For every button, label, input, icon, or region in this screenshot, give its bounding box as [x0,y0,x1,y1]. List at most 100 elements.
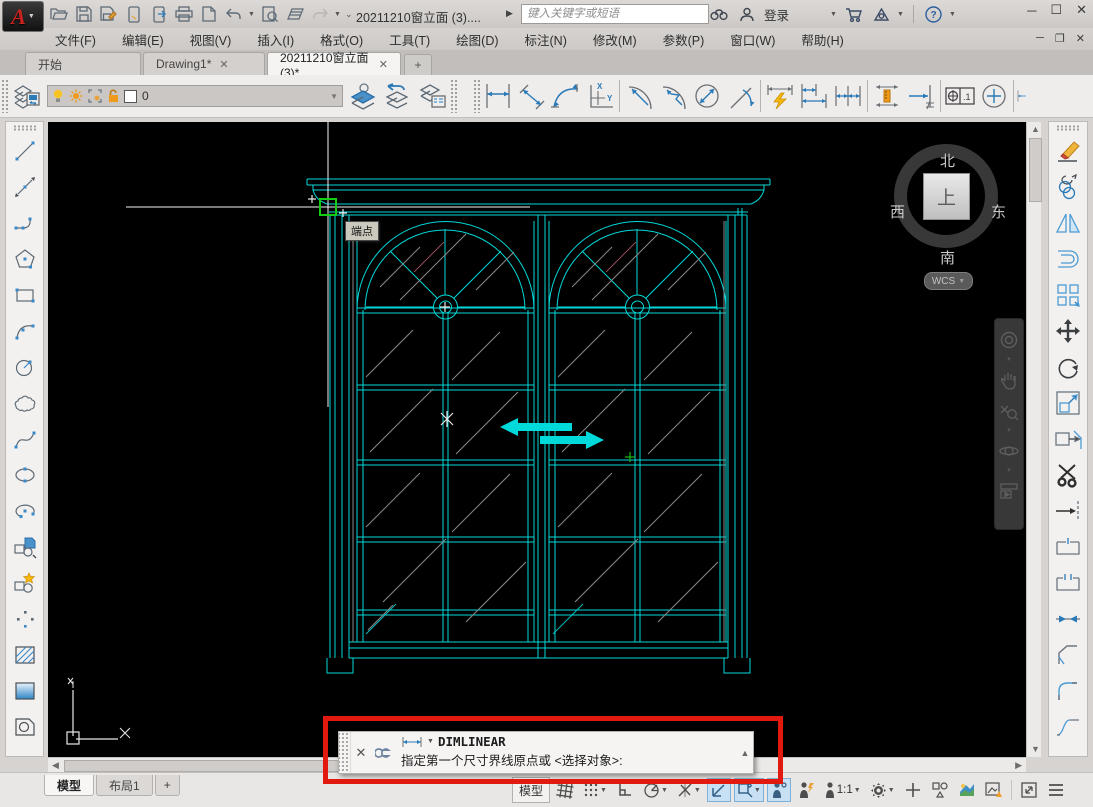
object-snap-tracking-button[interactable] [706,778,731,802]
move-button[interactable] [1052,313,1084,349]
close-tab-icon[interactable]: ✕ [379,58,388,71]
draw-elliptical-arc-button[interactable] [9,493,41,529]
copy-button[interactable] [1052,169,1084,205]
layer-select[interactable]: 0 ▼ [47,85,343,107]
viewcube-top-face[interactable]: 上 [923,173,970,220]
undo-dropdown[interactable]: ▼ [248,11,256,18]
dim-baseline-button[interactable] [797,77,831,115]
navigation-wheel-button[interactable] [997,327,1021,353]
doc-close-button[interactable]: ✕ [1076,32,1085,45]
search-input[interactable] [521,4,709,24]
drawing-canvas[interactable]: 端点 上 北 西 东 南 WCS ▼ ▼ ▼ ▼ [48,122,1026,757]
a360-dropdown[interactable]: ▼ [897,11,905,18]
zoom-button[interactable] [997,398,1021,424]
viewcube-south-label[interactable]: 南 [940,247,955,268]
command-dropdown-icon[interactable]: ▼ [427,738,434,745]
help-button[interactable]: ? [922,3,944,25]
tolerance-button[interactable]: .1 [943,77,977,115]
hatch-button[interactable] [9,637,41,673]
toolbar-grip[interactable] [1056,125,1080,131]
graphics-performance-button[interactable] [955,778,979,802]
layer-previous-button[interactable] [381,77,415,115]
toolbar-grip[interactable] [450,79,457,113]
menu-format[interactable]: 格式(O) [320,30,363,49]
tab-drawing1[interactable]: Drawing1* ✕ [143,52,265,75]
draw-arc-button[interactable] [9,313,41,349]
a360-button[interactable] [870,3,892,25]
extend-button[interactable] [1052,493,1084,529]
app-menu-button[interactable]: A ▼ [2,1,44,32]
annotation-scale-button[interactable]: 1:1 ▼ [821,778,864,802]
redo-dropdown[interactable]: ▼ [334,11,342,18]
dim-continue-button[interactable] [831,77,865,115]
tab-start[interactable]: 开始 [25,52,141,75]
workspace-switching-button[interactable]: ▼ [867,778,898,802]
maximize-button[interactable]: ☐ [1050,2,1062,18]
menu-parametric[interactable]: 参数(P) [663,30,705,49]
app-store-button[interactable] [843,3,865,25]
dim-jogged-button[interactable] [656,77,690,115]
print-button[interactable] [173,3,195,25]
dim-linear-button[interactable] [481,77,515,115]
draw-circle-button[interactable] [9,349,41,385]
palette-grip[interactable] [339,732,351,773]
annotation-visibility-button[interactable] [766,778,791,802]
scale-button[interactable] [1052,385,1084,421]
chamfer-button[interactable] [1052,637,1084,673]
account-dropdown[interactable]: ▼ [830,11,838,18]
sheet-set-button[interactable] [284,3,306,25]
center-mark-button[interactable] [977,77,1011,115]
polar-tracking-button[interactable]: ▼ [640,778,671,802]
region-button[interactable] [9,709,41,745]
dim-diameter-button[interactable] [690,77,724,115]
toolbar-grip[interactable] [1,79,8,113]
toolbar-grip[interactable] [473,79,480,113]
save-to-mobile-button[interactable] [148,3,170,25]
nav-wheel-dropdown[interactable]: ▼ [1006,357,1012,363]
draw-revision-cloud-button[interactable] [9,385,41,421]
insert-block-button[interactable] [9,529,41,565]
viewcube-east-label[interactable]: 东 [991,201,1006,222]
plot-preview-button[interactable] [259,3,281,25]
viewcube-north-label[interactable]: 北 [940,150,955,171]
trim-button[interactable] [1052,457,1084,493]
menu-window[interactable]: 窗口(W) [730,30,775,49]
grid-display-button[interactable] [553,778,577,802]
customization-button[interactable] [1044,778,1068,802]
draw-polyline-button[interactable] [9,205,41,241]
vertical-scrollbar[interactable]: ▲ ▼ [1026,122,1042,757]
stretch-button[interactable] [1052,421,1084,457]
login-label[interactable]: 登录 [764,5,789,24]
draw-rectangle-button[interactable] [9,277,41,313]
new-layout-tab[interactable]: + [154,775,180,796]
dim-ordinate-button[interactable]: XY [583,77,617,115]
open-from-mobile-button[interactable] [123,3,145,25]
search-button[interactable] [708,3,730,25]
dim-angular-button[interactable] [724,77,758,115]
draw-spline-button[interactable] [9,421,41,457]
menu-tools[interactable]: 工具(T) [389,30,430,49]
horizontal-scroll-thumb[interactable] [64,760,366,772]
close-button[interactable]: ✕ [1076,2,1087,18]
tab-current-drawing[interactable]: 20211210窗立面 (3)* ✕ [267,51,401,80]
command-history-button[interactable]: ▲ [737,732,753,773]
undo-button[interactable] [223,3,245,25]
break-button[interactable] [1052,565,1084,601]
wcs-menu-button[interactable]: WCS ▼ [924,272,973,290]
open-button[interactable] [48,3,70,25]
menu-file[interactable]: 文件(F) [55,30,96,49]
doc-minimize-button[interactable]: ─ [1036,32,1044,45]
model-tab[interactable]: 模型 [44,775,95,796]
command-customize-button[interactable] [371,732,395,773]
dim-radius-button[interactable] [622,77,656,115]
sign-in-button[interactable] [736,3,758,25]
orbit-dropdown[interactable]: ▼ [1006,468,1012,474]
mirror-button[interactable] [1052,205,1084,241]
menu-dimension[interactable]: 标注(N) [525,30,567,49]
redo-button[interactable] [309,3,331,25]
ortho-mode-button[interactable] [613,778,637,802]
layer-states-button[interactable] [415,77,449,115]
close-tab-icon[interactable]: ✕ [219,58,228,71]
dim-space-button[interactable] [870,77,904,115]
fillet-button[interactable] [1052,673,1084,709]
